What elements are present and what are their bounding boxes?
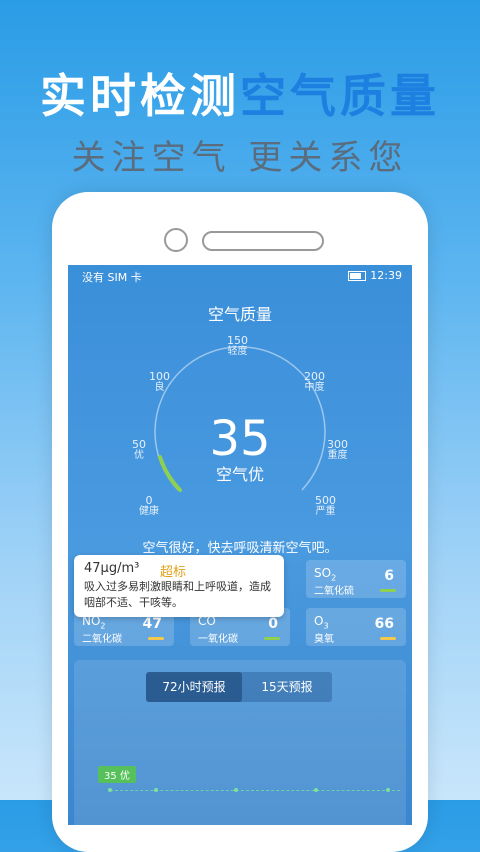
forecast-point bbox=[154, 788, 158, 792]
headline-part1: 实时检测 bbox=[40, 69, 240, 123]
pollutant-value: 6 bbox=[384, 568, 394, 584]
forecast-point bbox=[234, 788, 238, 792]
pollutant-value: 47 bbox=[142, 616, 162, 632]
tab-15d[interactable]: 15天预报 bbox=[242, 672, 332, 702]
forecast-point bbox=[314, 788, 318, 792]
status-bar: 没有 SIM 卡 12:39 bbox=[68, 265, 412, 285]
earpiece-speaker bbox=[202, 231, 324, 251]
pollutant-tooltip: 47μg/m³ 超标 吸入过多易刺激眼睛和上呼吸道，造成咽部不适、干咳等。 bbox=[74, 555, 284, 617]
pollutant-value: 66 bbox=[374, 616, 394, 632]
tooltip-value: 47μg/m³ bbox=[84, 561, 140, 576]
front-camera bbox=[164, 228, 188, 252]
pollutant-card-so2[interactable]: SO2 二氧化硫 6 bbox=[306, 560, 406, 598]
screen-title: 空气质量 bbox=[207, 305, 272, 324]
tick-150: 150 轻度 bbox=[227, 334, 248, 357]
tooltip-description: 吸入过多易刺激眼睛和上呼吸道，造成咽部不适、干咳等。 bbox=[84, 580, 271, 609]
tick-500: 500 严重 bbox=[315, 494, 336, 517]
pollutant-symbol: SO2 bbox=[314, 566, 337, 583]
forecast-point bbox=[386, 788, 390, 792]
tick-0: 0 健康 bbox=[139, 494, 159, 517]
pollutant-name: 臭氧 bbox=[314, 634, 334, 645]
aqi-value: 35 bbox=[209, 411, 271, 467]
forecast-panel: 72小时预报 15天预报 35 优 bbox=[74, 660, 406, 825]
tooltip-badge: 超标 bbox=[160, 565, 187, 580]
phone-frame: 没有 SIM 卡 12:39 空气质量 0 健康 50 优 100 良 150 轻度 2… bbox=[52, 192, 428, 852]
pollutant-name: 二氧化碳 bbox=[82, 634, 122, 645]
aqi-level: 空气优 bbox=[215, 465, 264, 484]
pollutant-level-bar bbox=[148, 637, 164, 640]
tab-72h[interactable]: 72小时预报 bbox=[146, 672, 242, 702]
tick-100: 100 良 bbox=[149, 370, 170, 393]
headline: 实时检测空气质量 bbox=[0, 60, 480, 126]
pollutant-level-bar bbox=[380, 637, 396, 640]
battery-icon bbox=[348, 271, 367, 281]
pollutant-name: 二氧化硫 bbox=[314, 586, 354, 597]
pollutant-card-o3[interactable]: O3 臭氧 66 bbox=[306, 608, 406, 646]
headline-part2: 空气质量 bbox=[240, 69, 440, 123]
status-time: 12:39 bbox=[370, 269, 402, 282]
pollutant-symbol: O3 bbox=[314, 614, 329, 631]
status-right: 12:39 bbox=[348, 269, 402, 282]
status-sim-text: 没有 SIM 卡 bbox=[82, 271, 142, 284]
tick-200: 200 中度 bbox=[304, 370, 325, 393]
subline: 关注空气 更关系您 bbox=[71, 138, 409, 178]
pollutant-level-bar bbox=[380, 589, 396, 592]
forecast-tabs: 72小时预报 15天预报 bbox=[146, 672, 332, 702]
pollutant-value: 0 bbox=[268, 616, 278, 632]
forecast-point bbox=[108, 788, 112, 792]
pollutant-level-bar bbox=[264, 637, 280, 640]
forecast-current-badge: 35 优 bbox=[98, 766, 136, 783]
health-tip: 空气很好，快去呼吸清新空气吧。 bbox=[142, 541, 338, 556]
pollutant-name: 一氧化碳 bbox=[198, 634, 238, 645]
app-screen: 没有 SIM 卡 12:39 空气质量 0 健康 50 优 100 良 150 轻度 2… bbox=[68, 265, 412, 825]
